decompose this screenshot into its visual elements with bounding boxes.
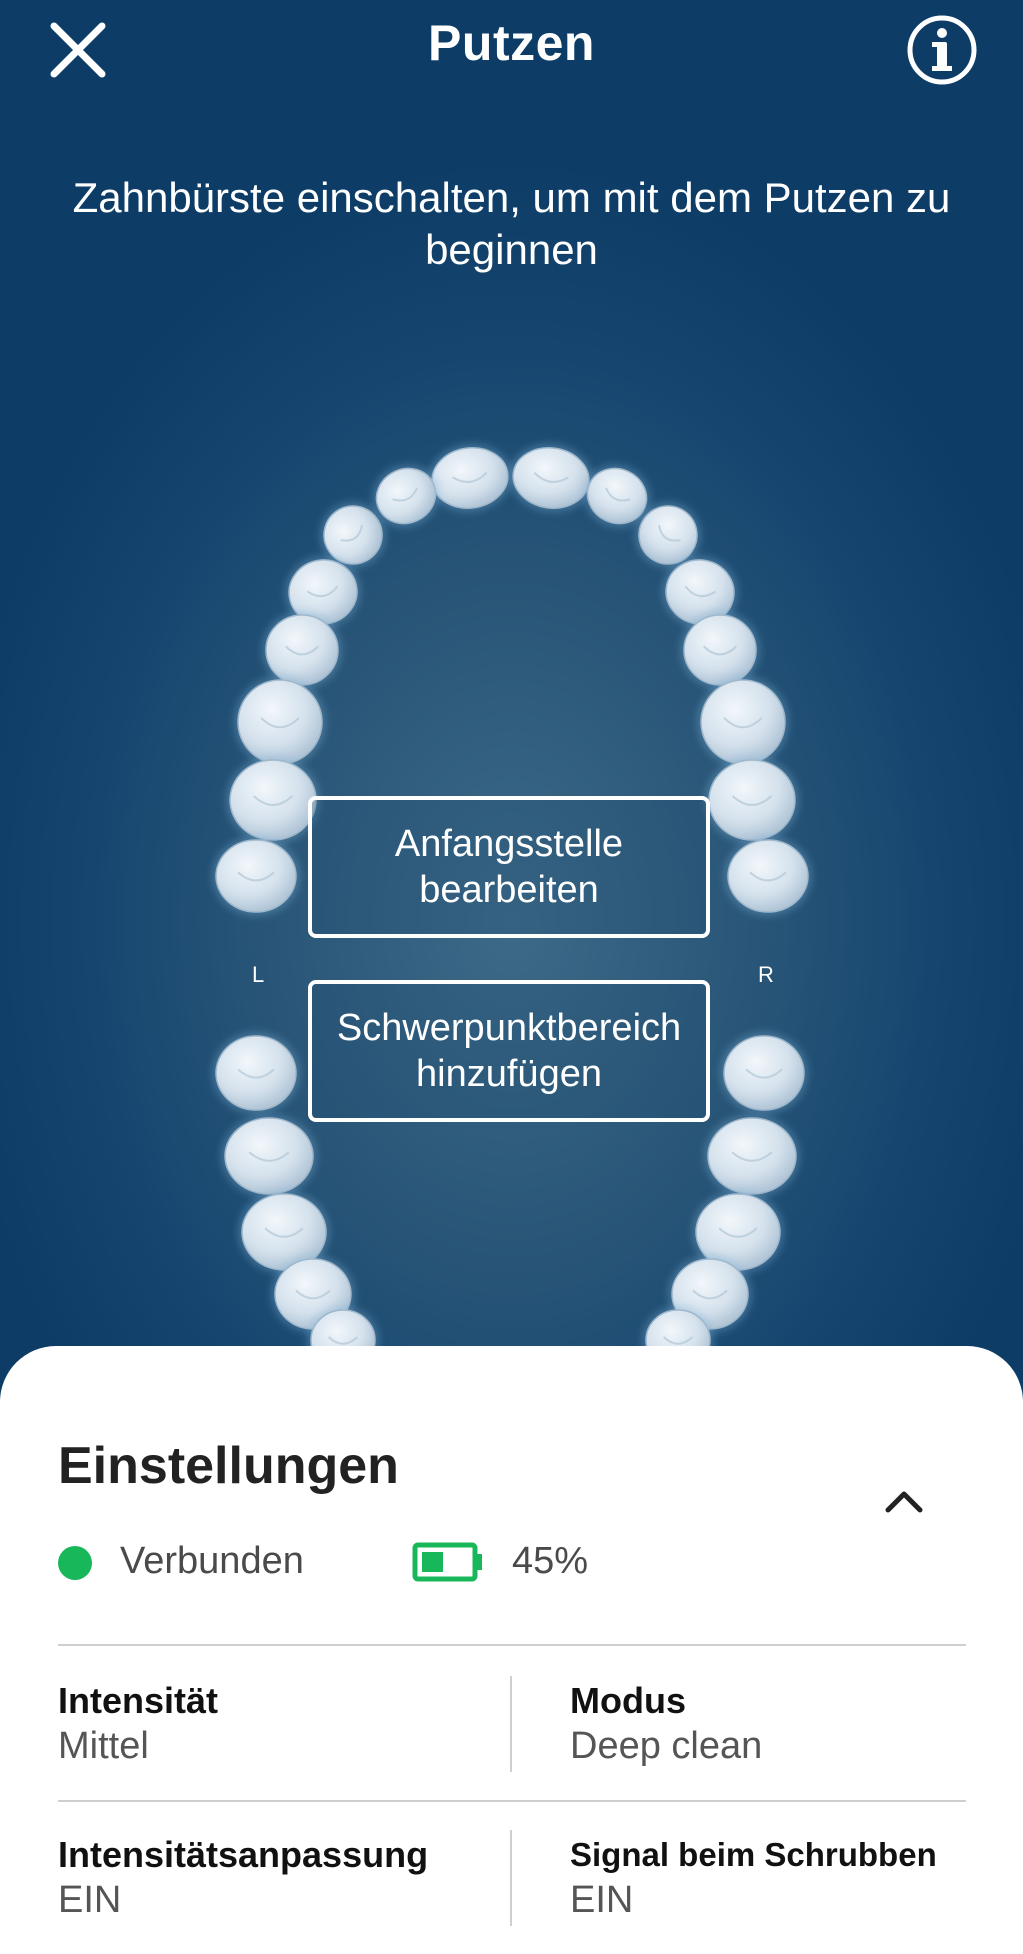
mode-value: Deep clean [570,1725,763,1767]
tooth [509,443,593,513]
settings-title: Einstellungen [58,1437,399,1495]
instruction-text: Zahnbürste einschalten, um mit dem Putze… [72,174,951,273]
tooth [226,756,320,844]
tooth [704,1114,800,1198]
info-button[interactable] [906,14,978,86]
tooth [720,1032,808,1114]
intensity-adjustment-label: Intensitätsanpassung [58,1834,429,1875]
intensity-adjustment-setting[interactable]: Intensitätsanpassung EIN [58,1834,498,1924]
edit-start-point-label: Anfangsstelle bearbeiten [394,823,624,911]
tooth [724,836,812,916]
info-icon [907,15,977,85]
brushing-screen: Putzen Zahnbürste einschalten, um mit de… [0,0,1023,1954]
add-focus-area-button[interactable]: Schwerpunktbereich hinzufügen [308,980,710,1122]
connection-status: Verbunden [120,1540,304,1582]
tooth [221,1114,317,1198]
right-side-label: R [758,962,774,987]
mode-label: Modus [570,1680,686,1721]
intensity-adjustment-value: EIN [58,1879,122,1921]
settings-sheet: Einstellungen Verbunden 45% Intensität M… [0,1346,1023,1954]
scrub-signal-label: Signal beim Schrubben [570,1836,937,1873]
connected-indicator-icon [58,1546,92,1580]
intensity-setting[interactable]: Intensität Mittel [58,1680,498,1770]
tooth [428,443,512,513]
tooth [705,756,799,844]
device-status-row: Verbunden 45% [58,1530,758,1590]
scrub-signal-setting[interactable]: Signal beim Schrubben EIN [570,1834,990,1924]
intensity-label: Intensität [58,1680,219,1721]
settings-column-divider [510,1676,512,1772]
tooth [212,1032,300,1114]
edit-start-point-button[interactable]: Anfangsstelle bearbeiten [308,796,710,938]
tooth [234,676,326,768]
mode-setting[interactable]: Modus Deep clean [570,1680,970,1770]
left-side-label: L [252,962,265,987]
intensity-value: Mittel [58,1725,149,1767]
battery-percentage: 45% [512,1540,589,1582]
chevron-up-icon [885,1491,923,1513]
tooth [212,836,300,916]
top-bar: Putzen [0,0,1023,100]
battery-icon [412,1542,482,1582]
scrub-signal-value: EIN [570,1879,634,1921]
add-focus-area-label: Schwerpunktbereich hinzufügen [336,1007,682,1095]
settings-column-divider [510,1830,512,1926]
collapse-settings-button[interactable] [878,1476,930,1528]
tooth [697,676,789,768]
settings-divider [58,1800,966,1802]
settings-divider [58,1644,966,1646]
page-title: Putzen [428,15,595,71]
